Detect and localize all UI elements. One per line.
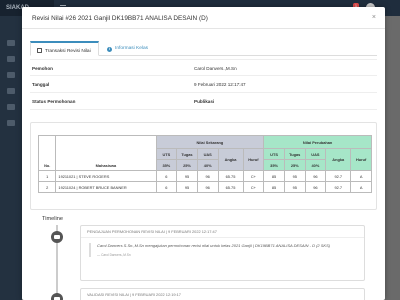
group-nilai-sekarang: Nilai Sekarang — [155, 135, 265, 149]
cell-uts-now: 6 — [155, 170, 178, 182]
grades-card: No. Mahasiswa Nilai Sekarang Nilai Perub… — [30, 122, 377, 210]
sidebar-icon[interactable] — [7, 120, 15, 126]
tab-label: Transaksi Revisi Nilai — [45, 49, 91, 54]
weight-uas-new: 40% — [304, 159, 327, 171]
cell-tugas-now: 95 — [176, 170, 198, 182]
row-student: 19211021 | STEVE ROGERS — [55, 170, 157, 182]
col-student: Mahasiswa — [55, 135, 157, 171]
cell-angka-now: 65.75 — [217, 170, 244, 182]
app-sidebar — [0, 16, 22, 300]
cell-uts-new: 85 — [263, 170, 285, 182]
table-header-row: No. Mahasiswa Nilai Sekarang Nilai Perub… — [37, 135, 372, 171]
cell-angka-now: 65.75 — [217, 181, 244, 193]
cell-uas-new: 96 — [304, 170, 327, 182]
info-value: Carol Danvers.,M.Sn — [194, 66, 237, 71]
sidebar-icon[interactable] — [7, 72, 15, 78]
row-no: 1 — [37, 170, 57, 182]
request-info-table: Pemohon Carol Danvers.,M.Sn Tanggal 9 Fe… — [30, 59, 377, 110]
info-value: 9 Februari 2022 12:17:47 — [194, 82, 246, 87]
group-nilai-perubahan: Nilai Perubahan — [263, 135, 372, 149]
sidebar-icon[interactable] — [7, 40, 15, 46]
cell-uas-new: 96 — [304, 181, 327, 193]
info-label: Status Permohonan — [32, 99, 76, 104]
weight-tugas-new: 25% — [283, 159, 306, 171]
timeline-quote-author: — Carol Danvers.,M.Sn — [97, 253, 131, 257]
col-uts-new: UTS — [263, 148, 285, 160]
cell-huruf-now: C+ — [242, 170, 265, 182]
edit-icon — [37, 48, 42, 53]
timeline-quote-text: Carol Danvers S.Sn.,M.Sn mengajukan perm… — [97, 243, 331, 248]
col-huruf-new: Huruf — [350, 148, 372, 171]
info-label: Pemohon — [32, 66, 53, 71]
col-huruf-now: Huruf — [242, 148, 265, 171]
info-row-tanggal: Tanggal 9 Februari 2022 12:17:47 — [30, 76, 377, 93]
status-value: Publikasi — [194, 99, 215, 104]
weight-uas-now: 40% — [196, 159, 219, 171]
timeline-quote: Carol Danvers S.Sn.,M.Sn mengajukan perm… — [89, 243, 356, 257]
table-row: 1 19211021 | STEVE ROGERS 6 95 96 65.75 … — [37, 170, 372, 182]
cell-uts-new: 85 — [263, 181, 285, 193]
comment-icon — [51, 231, 63, 243]
cell-huruf-new: A — [350, 181, 372, 193]
timeline-item-header: PENGAJUAN PERMOHONAN REVISI NILAI | 9 FE… — [81, 226, 364, 238]
info-label: Tanggal — [32, 82, 50, 87]
row-student: 19211024 | ROBERT BRUCE BANNER — [55, 181, 157, 193]
col-tugas-new: Tugas — [283, 148, 306, 160]
weight-tugas-now: 25% — [176, 159, 198, 171]
timeline-item: VALIDASI REVISI NILAI | 9 FEBRUARI 2022 … — [80, 288, 365, 300]
grades-table: No. Mahasiswa Nilai Sekarang Nilai Perub… — [37, 135, 372, 193]
cell-huruf-new: A — [350, 170, 372, 182]
cell-tugas-now: 95 — [176, 181, 198, 193]
tab-informasi-kelas[interactable]: i Informasi Kelas — [107, 41, 148, 56]
weight-uts-new: 35% — [263, 159, 285, 171]
cell-huruf-now: C+ — [242, 181, 265, 193]
tab-label: Informasi Kelas — [115, 46, 149, 51]
col-no: No. — [37, 135, 57, 171]
modal-header: Revisi Nilai #26 2021 Ganjil DK19BB71 AN… — [22, 7, 385, 29]
timeline-item: PENGAJUAN PERMOHONAN REVISI NILAI | 9 FE… — [80, 225, 365, 281]
tab-transaksi-revisi-nilai[interactable]: Transaksi Revisi Nilai — [30, 41, 99, 56]
col-uts-now: UTS — [155, 148, 178, 160]
col-uas-new: UAS — [304, 148, 327, 160]
col-angka-now: Angka — [217, 148, 244, 171]
col-tugas-now: Tugas — [176, 148, 198, 160]
info-row-pemohon: Pemohon Carol Danvers.,M.Sn — [30, 59, 377, 76]
timeline-title: Timeline — [42, 216, 63, 222]
info-row-status: Status Permohonan Publikasi — [30, 93, 377, 110]
cell-angka-new: 92.7 — [325, 170, 352, 182]
modal-title: Revisi Nilai #26 2021 Ganjil DK19BB71 AN… — [32, 15, 208, 22]
table-row: 2 19211024 | ROBERT BRUCE BANNER 6 95 96… — [37, 181, 372, 193]
col-uas-now: UAS — [196, 148, 219, 160]
sidebar-icon[interactable] — [7, 56, 15, 62]
info-icon: i — [107, 47, 112, 52]
cell-angka-new: 92.7 — [325, 181, 352, 193]
cell-uts-now: 6 — [155, 181, 178, 193]
timeline-item-header: VALIDASI REVISI NILAI | 9 FEBRUARI 2022 … — [81, 289, 364, 300]
weight-uts-now: 35% — [155, 159, 178, 171]
cell-uas-now: 96 — [196, 181, 219, 193]
col-angka-new: Angka — [325, 148, 352, 171]
tab-bar: Transaksi Revisi Nilai i Informasi Kelas — [30, 41, 377, 56]
cell-tugas-new: 95 — [283, 181, 306, 193]
cell-tugas-new: 95 — [283, 170, 306, 182]
row-no: 2 — [37, 181, 57, 193]
comment-icon — [51, 293, 63, 300]
cell-uas-now: 96 — [196, 170, 219, 182]
sidebar-icon[interactable] — [7, 104, 15, 110]
revisi-nilai-modal: Revisi Nilai #26 2021 Ganjil DK19BB71 AN… — [22, 7, 385, 300]
sidebar-icon[interactable] — [7, 88, 15, 94]
close-icon[interactable]: × — [372, 14, 376, 21]
